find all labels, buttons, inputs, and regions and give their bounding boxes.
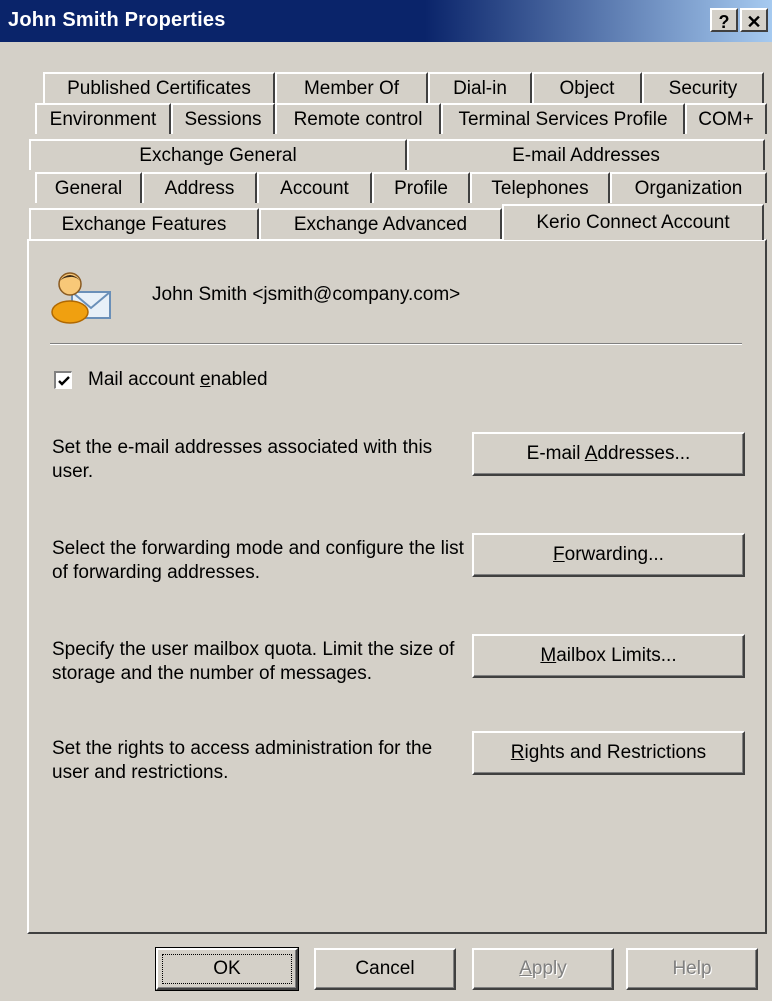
mail-enabled-checkbox[interactable]: [54, 371, 72, 389]
checkmark-icon: [58, 376, 70, 386]
tab-kerio-connect-account[interactable]: Kerio Connect Account: [502, 204, 764, 240]
rights-restrictions-button[interactable]: Rights and Restrictions: [472, 731, 745, 775]
tab-email-addresses[interactable]: E-mail Addresses: [407, 139, 765, 170]
tab-exchange-general[interactable]: Exchange General: [29, 139, 407, 170]
tab-member-of[interactable]: Member Of: [275, 72, 428, 103]
email-addresses-button[interactable]: E-mail Addresses...: [472, 432, 745, 476]
tab-address[interactable]: Address: [142, 172, 257, 203]
tab-organization[interactable]: Organization: [610, 172, 767, 203]
mail-enabled-label[interactable]: Mail account enabled: [88, 369, 268, 391]
email-addresses-description: Set the e-mail addresses associated with…: [52, 437, 433, 482]
user-mail-icon: [51, 272, 111, 324]
tab-remote-control[interactable]: Remote control: [275, 103, 441, 134]
tab-profile[interactable]: Profile: [372, 172, 470, 203]
tab-com-plus[interactable]: COM+: [685, 103, 767, 134]
mailbox-limits-description: Specify the user mailbox quota. Limit th…: [52, 639, 455, 684]
tab-exchange-features[interactable]: Exchange Features: [29, 208, 259, 239]
forwarding-description: Select the forwarding mode and configure…: [52, 538, 464, 583]
tab-telephones[interactable]: Telephones: [470, 172, 610, 203]
mailbox-limits-button[interactable]: Mailbox Limits...: [472, 634, 745, 678]
tab-terminal-services-profile[interactable]: Terminal Services Profile: [441, 103, 685, 134]
forwarding-button[interactable]: Forwarding...: [472, 533, 745, 577]
user-display-name: John Smith <jsmith@company.com>: [152, 284, 461, 305]
title-bar[interactable]: John Smith Properties ? ✕: [0, 0, 772, 42]
close-button[interactable]: ✕: [740, 8, 768, 32]
window-title: John Smith Properties: [8, 9, 226, 31]
tab-general[interactable]: General: [35, 172, 142, 203]
tab-sessions[interactable]: Sessions: [171, 103, 275, 134]
ok-button[interactable]: OK: [155, 947, 299, 991]
help-button[interactable]: ?: [710, 8, 738, 32]
rights-description: Set the rights to access administration …: [52, 738, 433, 783]
tab-security[interactable]: Security: [642, 72, 764, 103]
tab-published-certificates[interactable]: Published Certificates: [43, 72, 275, 103]
tab-environment[interactable]: Environment: [35, 103, 171, 134]
separator: [50, 343, 742, 345]
cancel-button[interactable]: Cancel: [314, 948, 456, 990]
tab-exchange-advanced[interactable]: Exchange Advanced: [259, 208, 502, 239]
tab-object[interactable]: Object: [532, 72, 642, 103]
apply-button[interactable]: Apply: [472, 948, 614, 990]
tab-account[interactable]: Account: [257, 172, 372, 203]
help-button-footer[interactable]: Help: [626, 948, 758, 990]
tab-dial-in[interactable]: Dial-in: [428, 72, 532, 103]
